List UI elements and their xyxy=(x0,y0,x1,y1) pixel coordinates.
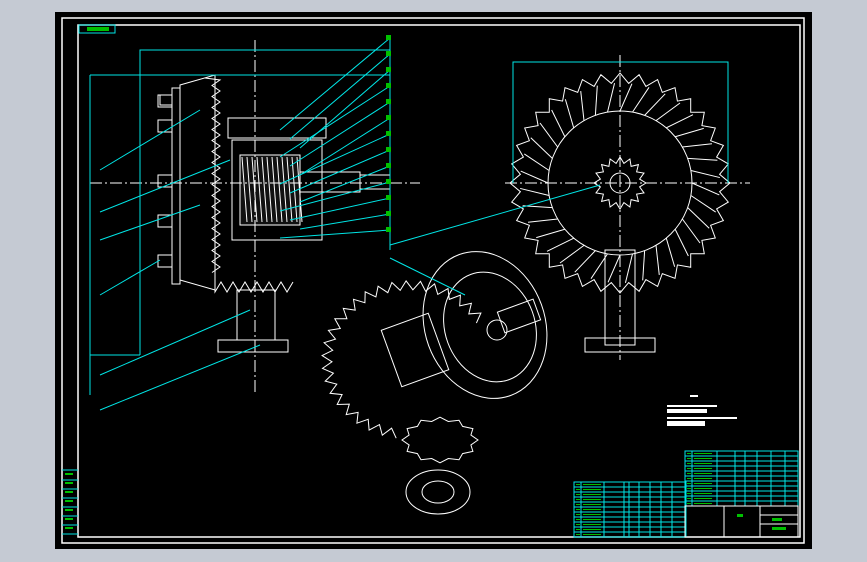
cad-drawing-canvas[interactable] xyxy=(0,0,867,562)
